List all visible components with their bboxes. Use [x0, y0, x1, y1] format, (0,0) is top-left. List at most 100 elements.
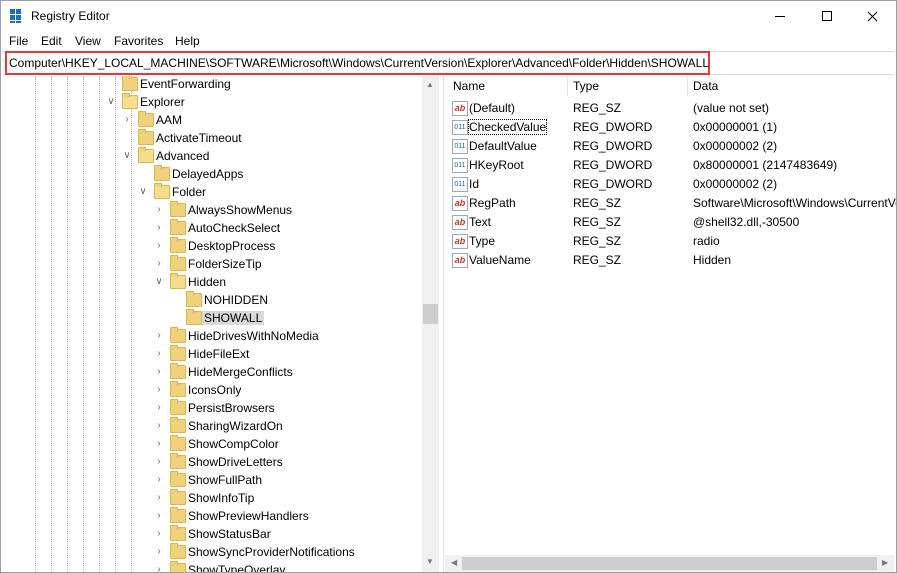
chevron-right-icon[interactable]: › [153, 348, 165, 360]
tree-item[interactable]: › HideFileExt [1, 345, 421, 364]
chevron-right-icon[interactable]: › [153, 456, 165, 468]
tree-item[interactable]: NOHIDDEN [1, 291, 421, 310]
tree-item-label[interactable]: SHOWALL [202, 311, 265, 325]
column-divider[interactable] [687, 76, 688, 96]
tree-item-label[interactable]: AutoCheckSelect [186, 221, 282, 235]
tree-item[interactable]: EventForwarding [1, 76, 421, 94]
chevron-right-icon[interactable]: › [153, 492, 165, 504]
pane-splitter[interactable] [443, 76, 444, 572]
column-divider[interactable] [567, 76, 568, 96]
tree-item[interactable]: › ShowFullPath [1, 471, 421, 490]
values-horizontal-scrollbar[interactable]: ◀ ▶ [445, 555, 894, 572]
tree-item[interactable]: › AAM [1, 111, 421, 130]
tree-item-label[interactable]: ShowInfoTip [186, 491, 256, 505]
minimize-button[interactable] [758, 1, 804, 31]
tree-item-label[interactable]: PersistBrowsers [186, 401, 277, 415]
tree-item[interactable]: › ShowDriveLetters [1, 453, 421, 472]
column-header-name[interactable]: Name [453, 79, 485, 93]
tree-item[interactable]: ∨ Explorer [1, 93, 421, 112]
tree-item-label[interactable]: ShowStatusBar [186, 527, 273, 541]
tree-item[interactable]: ∨ Advanced [1, 147, 421, 166]
tree-item-label[interactable]: HideMergeConflicts [186, 365, 295, 379]
tree-item-label[interactable]: AAM [154, 113, 184, 127]
chevron-right-icon[interactable]: › [153, 204, 165, 216]
tree-item-label[interactable]: ActivateTimeout [154, 131, 244, 145]
chevron-down-icon[interactable]: ∨ [121, 150, 133, 162]
tree-item[interactable]: › IconsOnly [1, 381, 421, 400]
chevron-right-icon[interactable]: › [153, 402, 165, 414]
chevron-right-icon[interactable]: › [153, 384, 165, 396]
tree-item-label[interactable]: IconsOnly [186, 383, 243, 397]
scroll-down-icon[interactable]: ▼ [426, 557, 434, 566]
scroll-thumb[interactable] [423, 304, 438, 324]
chevron-right-icon[interactable]: › [153, 528, 165, 540]
value-row[interactable]: ab ValueName REG_SZ Hidden [445, 251, 896, 270]
chevron-right-icon[interactable]: › [121, 114, 133, 126]
tree-item[interactable]: › ShowStatusBar [1, 525, 421, 544]
address-bar[interactable]: Computer\HKEY_LOCAL_MACHINE\SOFTWARE\Mic… [3, 51, 894, 75]
chevron-right-icon[interactable]: › [153, 474, 165, 486]
tree-item-label[interactable]: ShowTypeOverlay [186, 563, 287, 572]
tree-item-label[interactable]: NOHIDDEN [202, 293, 270, 307]
tree-item[interactable]: › HideDrivesWithNoMedia [1, 327, 421, 346]
value-row[interactable]: 011 DefaultValue REG_DWORD 0x00000002 (2) [445, 137, 896, 156]
tree-vertical-scrollbar[interactable]: ▲ ▼ [422, 76, 439, 572]
tree-item-label[interactable]: DelayedApps [170, 167, 245, 181]
chevron-right-icon[interactable]: › [153, 546, 165, 558]
tree-item[interactable]: › ShowInfoTip [1, 489, 421, 508]
tree-item-label[interactable]: Advanced [154, 149, 211, 163]
tree-item[interactable]: › FolderSizeTip [1, 255, 421, 274]
menu-edit[interactable]: Edit [41, 34, 62, 48]
value-row[interactable]: 011 CheckedValue REG_DWORD 0x00000001 (1) [445, 118, 896, 137]
tree-item[interactable]: ∨ Hidden [1, 273, 421, 292]
tree-item[interactable]: › AlwaysShowMenus [1, 201, 421, 220]
tree-item-label[interactable]: FolderSizeTip [186, 257, 264, 271]
scroll-up-icon[interactable]: ▲ [426, 80, 434, 89]
tree-item[interactable]: › AutoCheckSelect [1, 219, 421, 238]
scroll-left-icon[interactable]: ◀ [451, 558, 457, 567]
tree-item[interactable]: DelayedApps [1, 165, 421, 184]
chevron-right-icon[interactable]: › [153, 366, 165, 378]
column-header-type[interactable]: Type [573, 79, 599, 93]
tree-item-label[interactable]: ShowFullPath [186, 473, 264, 487]
chevron-right-icon[interactable]: › [153, 222, 165, 234]
tree-item-label[interactable]: ShowCompColor [186, 437, 281, 451]
tree-item[interactable]: › ShowTypeOverlay [1, 561, 421, 572]
tree-item-label[interactable]: Explorer [138, 95, 187, 109]
tree-item-label[interactable]: Folder [170, 185, 208, 199]
value-row[interactable]: ab (Default) REG_SZ (value not set) [445, 99, 896, 118]
tree-item[interactable]: › SharingWizardOn [1, 417, 421, 436]
menu-favorites[interactable]: Favorites [114, 34, 163, 48]
chevron-right-icon[interactable]: › [153, 438, 165, 450]
menu-view[interactable]: View [75, 34, 101, 48]
value-row[interactable]: 011 Id REG_DWORD 0x00000002 (2) [445, 175, 896, 194]
tree-item-label[interactable]: AlwaysShowMenus [186, 203, 294, 217]
chevron-right-icon[interactable]: › [153, 420, 165, 432]
chevron-right-icon[interactable]: › [153, 240, 165, 252]
value-row[interactable]: ab Text REG_SZ @shell32.dll,-30500 [445, 213, 896, 232]
chevron-right-icon[interactable]: › [153, 258, 165, 270]
tree-item-label[interactable]: ShowDriveLetters [186, 455, 285, 469]
chevron-down-icon[interactable]: ∨ [105, 96, 117, 108]
chevron-right-icon[interactable]: › [153, 510, 165, 522]
maximize-button[interactable] [804, 1, 850, 31]
value-row[interactable]: 011 HKeyRoot REG_DWORD 0x80000001 (21474836… [445, 156, 896, 175]
tree-item-label[interactable]: EventForwarding [138, 77, 233, 91]
tree-item[interactable]: › ShowPreviewHandlers [1, 507, 421, 526]
tree-item[interactable]: › ShowSyncProviderNotifications [1, 543, 421, 562]
menu-file[interactable]: File [9, 34, 28, 48]
scroll-right-icon[interactable]: ▶ [882, 558, 888, 567]
scroll-thumb[interactable] [462, 557, 877, 570]
tree-item[interactable]: ∨ Folder [1, 183, 421, 202]
tree-item-label[interactable]: DesktopProcess [186, 239, 277, 253]
address-path[interactable]: Computer\HKEY_LOCAL_MACHINE\SOFTWARE\Mic… [9, 56, 709, 70]
tree-item[interactable]: › PersistBrowsers [1, 399, 421, 418]
tree-item[interactable]: SHOWALL [1, 309, 421, 328]
tree-item-label[interactable]: HideDrivesWithNoMedia [186, 329, 321, 343]
tree-item-label[interactable]: SharingWizardOn [186, 419, 285, 433]
tree-item-label[interactable]: ShowSyncProviderNotifications [186, 545, 357, 559]
tree-item-label[interactable]: ShowPreviewHandlers [186, 509, 311, 523]
menu-help[interactable]: Help [175, 34, 200, 48]
chevron-down-icon[interactable]: ∨ [137, 186, 149, 198]
tree-item-label[interactable]: Hidden [186, 275, 228, 289]
